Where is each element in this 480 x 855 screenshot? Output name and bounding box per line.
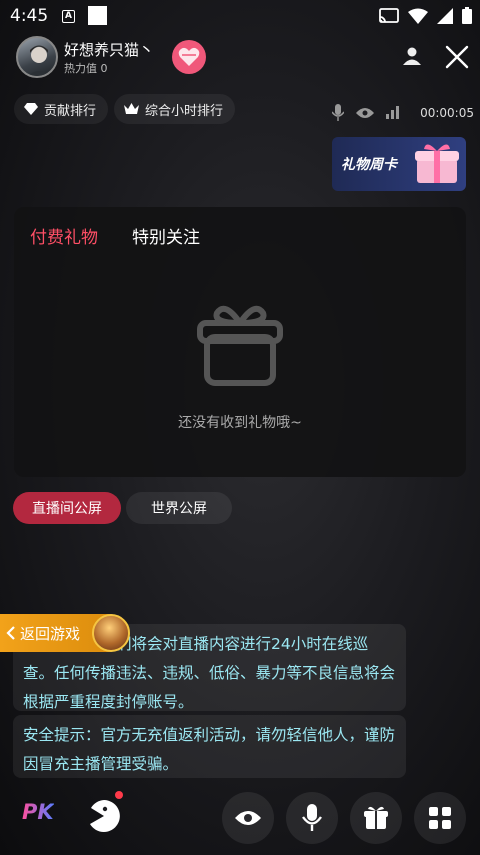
empty-gift-icon xyxy=(197,305,283,386)
back-to-game-label: 返回游戏 xyxy=(20,624,81,643)
tab-live-public-chat[interactable]: 直播间公屏 xyxy=(13,492,121,524)
notification-square-icon xyxy=(88,6,107,25)
empty-gifts-message: 还没有收到礼物哦~ xyxy=(178,415,302,431)
diamond-icon xyxy=(24,103,38,115)
game-pacman-icon[interactable] xyxy=(84,796,124,836)
follow-heart-button[interactable] xyxy=(172,40,206,74)
live-timer: 00:00:05 xyxy=(420,105,474,120)
crown-icon xyxy=(124,103,139,114)
status-bar: 4:45 A xyxy=(0,0,480,32)
contribution-rank-label: 贡献排行 xyxy=(44,103,97,119)
gift-panel: 付费礼物 特别关注 还没有收到礼物哦~ xyxy=(14,207,466,477)
hourly-rank-label: 综合小时排行 xyxy=(145,103,224,119)
a-notification-icon: A xyxy=(62,10,75,23)
signal-bars-icon xyxy=(386,106,399,119)
chevron-left-icon xyxy=(6,626,15,640)
tab-world-public-chat[interactable]: 世界公屏 xyxy=(126,492,232,524)
chat-message: 安全提示：官方无充值返利活动，请勿轻信他人，谨防因冒充主播管理受骗。 xyxy=(13,715,406,778)
host-avatar[interactable] xyxy=(16,36,58,78)
viewers-button[interactable] xyxy=(222,792,274,844)
battery-icon xyxy=(462,7,472,24)
wifi-icon xyxy=(408,8,428,24)
game-avatar xyxy=(92,614,130,652)
mic-icon xyxy=(302,804,322,831)
gift-icon xyxy=(364,806,388,829)
tab-special-attention[interactable]: 特别关注 xyxy=(132,223,200,248)
signal-icon xyxy=(437,7,453,24)
grid-icon xyxy=(429,807,451,829)
eye-icon xyxy=(235,811,261,825)
notification-dot xyxy=(115,791,123,799)
microphone-button[interactable] xyxy=(286,792,338,844)
gift-box-icon xyxy=(415,144,459,183)
more-apps-button[interactable] xyxy=(414,792,466,844)
gift-button[interactable] xyxy=(350,792,402,844)
gift-card-title: 礼物周卡 xyxy=(341,157,397,173)
hourly-rank-button[interactable]: 综合小时排行 xyxy=(114,94,236,124)
heart-icon xyxy=(178,47,200,66)
eye-icon xyxy=(356,107,374,118)
live-stats: 00:00:05 xyxy=(332,104,474,121)
close-icon[interactable] xyxy=(444,44,470,70)
back-to-game-button[interactable]: 返回游戏 xyxy=(0,614,130,652)
host-heat-value: 热力值 0 xyxy=(64,62,108,75)
contribution-rank-button[interactable]: 贡献排行 xyxy=(14,94,109,124)
cast-icon xyxy=(379,7,399,23)
gift-weekly-card-banner[interactable]: 礼物周卡 xyxy=(332,137,466,191)
mic-icon xyxy=(332,104,344,121)
status-time: 4:45 xyxy=(10,6,49,26)
tab-paid-gifts[interactable]: 付费礼物 xyxy=(30,223,98,248)
host-name[interactable]: 好想养只猫丶 xyxy=(64,39,154,60)
user-profile-icon[interactable] xyxy=(402,46,422,66)
pk-button[interactable]: PK xyxy=(22,800,54,824)
